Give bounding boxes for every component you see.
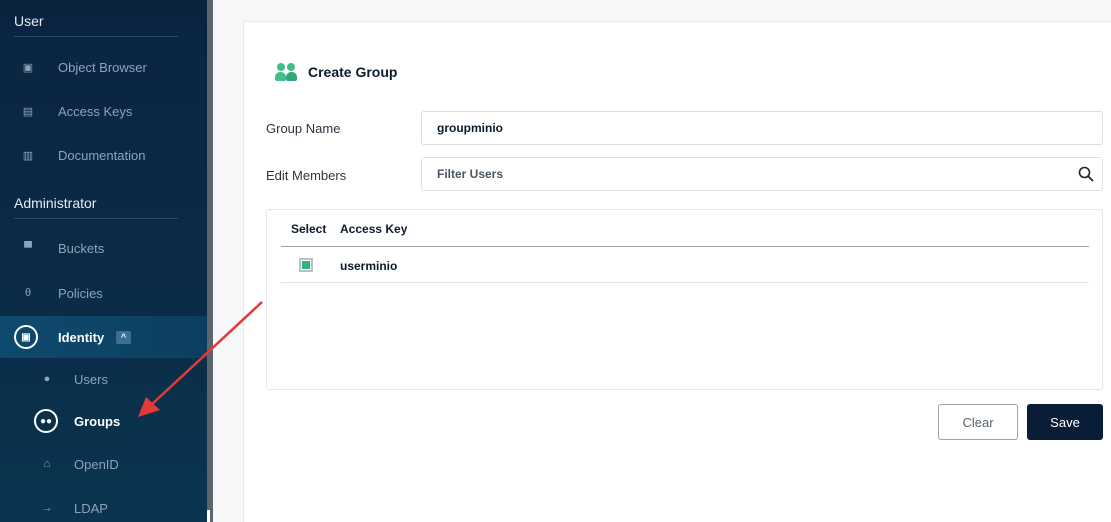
chevron-up-icon[interactable]: ^ (116, 330, 131, 344)
sidebar-item-policies[interactable]: θ Policies (0, 273, 207, 313)
sidebar-item-access-keys[interactable]: ▤ Access Keys (0, 91, 207, 131)
save-button[interactable]: Save (1027, 404, 1103, 440)
login-icon: → (41, 502, 53, 514)
section-title-user: User (14, 13, 44, 29)
sidebar-item-documentation[interactable]: ▥ Documentation (0, 135, 207, 175)
lock-icon: ⌂ (43, 458, 51, 470)
sidebar-item-label: LDAP (74, 500, 108, 516)
sidebar-item-groups[interactable]: ●● Groups (0, 401, 207, 441)
user-icon: ● (43, 373, 51, 385)
scrollbar-thumb[interactable] (207, 510, 210, 522)
sidebar-item-buckets[interactable]: ▀ Buckets (0, 228, 207, 268)
sidebar-item-label: Access Keys (58, 103, 133, 119)
access-key-cell: userminio (340, 259, 398, 273)
row-divider (281, 282, 1089, 283)
section-title-administrator: Administrator (14, 195, 97, 211)
group-name-label: Group Name (266, 121, 341, 136)
sidebar-item-label: Buckets (58, 240, 105, 256)
section-divider (14, 36, 178, 37)
filter-users-placeholder: Filter Users (437, 167, 504, 181)
sidebar-item-label: OpenID (74, 456, 119, 472)
sidebar-item-label: Object Browser (58, 59, 147, 75)
sidebar-item-identity[interactable]: ▣ Identity ^ (0, 316, 207, 358)
sidebar-item-ldap[interactable]: → LDAP (0, 488, 207, 522)
sidebar-item-label: Policies (58, 285, 103, 301)
edit-members-label: Edit Members (266, 168, 347, 183)
identity-icon: ▣ (14, 325, 38, 349)
header-divider (281, 246, 1089, 247)
filter-users-input[interactable]: Filter Users (421, 157, 1103, 191)
sidebar-item-label: Documentation (58, 147, 146, 163)
sidebar: User ▣ Object Browser ▤ Access Keys ▥ Do… (0, 0, 207, 522)
column-header-select: Select (291, 222, 327, 236)
sidebar-item-users[interactable]: ● Users (0, 359, 207, 399)
row-select-checkbox[interactable] (299, 258, 313, 272)
sidebar-item-label: Groups (74, 413, 121, 429)
groups-icon: ●● (34, 409, 58, 433)
column-header-access-key: Access Key (340, 222, 408, 236)
object-browser-icon: ▣ (22, 61, 34, 74)
search-icon[interactable] (1078, 166, 1094, 182)
documentation-icon: ▥ (22, 149, 34, 162)
sidebar-scrollbar[interactable] (207, 0, 213, 522)
sidebar-item-object-browser[interactable]: ▣ Object Browser (0, 47, 207, 87)
sidebar-item-label: Identity (58, 329, 105, 345)
page-title: Create Group (308, 64, 398, 80)
clear-button[interactable]: Clear (938, 404, 1018, 440)
members-table: Select Access Key userminio (266, 209, 1103, 390)
page-title-row: Create Group (275, 61, 397, 83)
group-name-input[interactable]: groupminio (421, 111, 1103, 145)
sidebar-item-label: Users (74, 371, 108, 387)
access-keys-icon: ▤ (22, 105, 34, 118)
sidebar-item-openid[interactable]: ⌂ OpenID (0, 444, 207, 484)
policies-icon: θ (24, 287, 32, 299)
groups-icon (275, 61, 297, 83)
section-divider (14, 218, 178, 219)
buckets-icon: ▀ (24, 242, 32, 254)
